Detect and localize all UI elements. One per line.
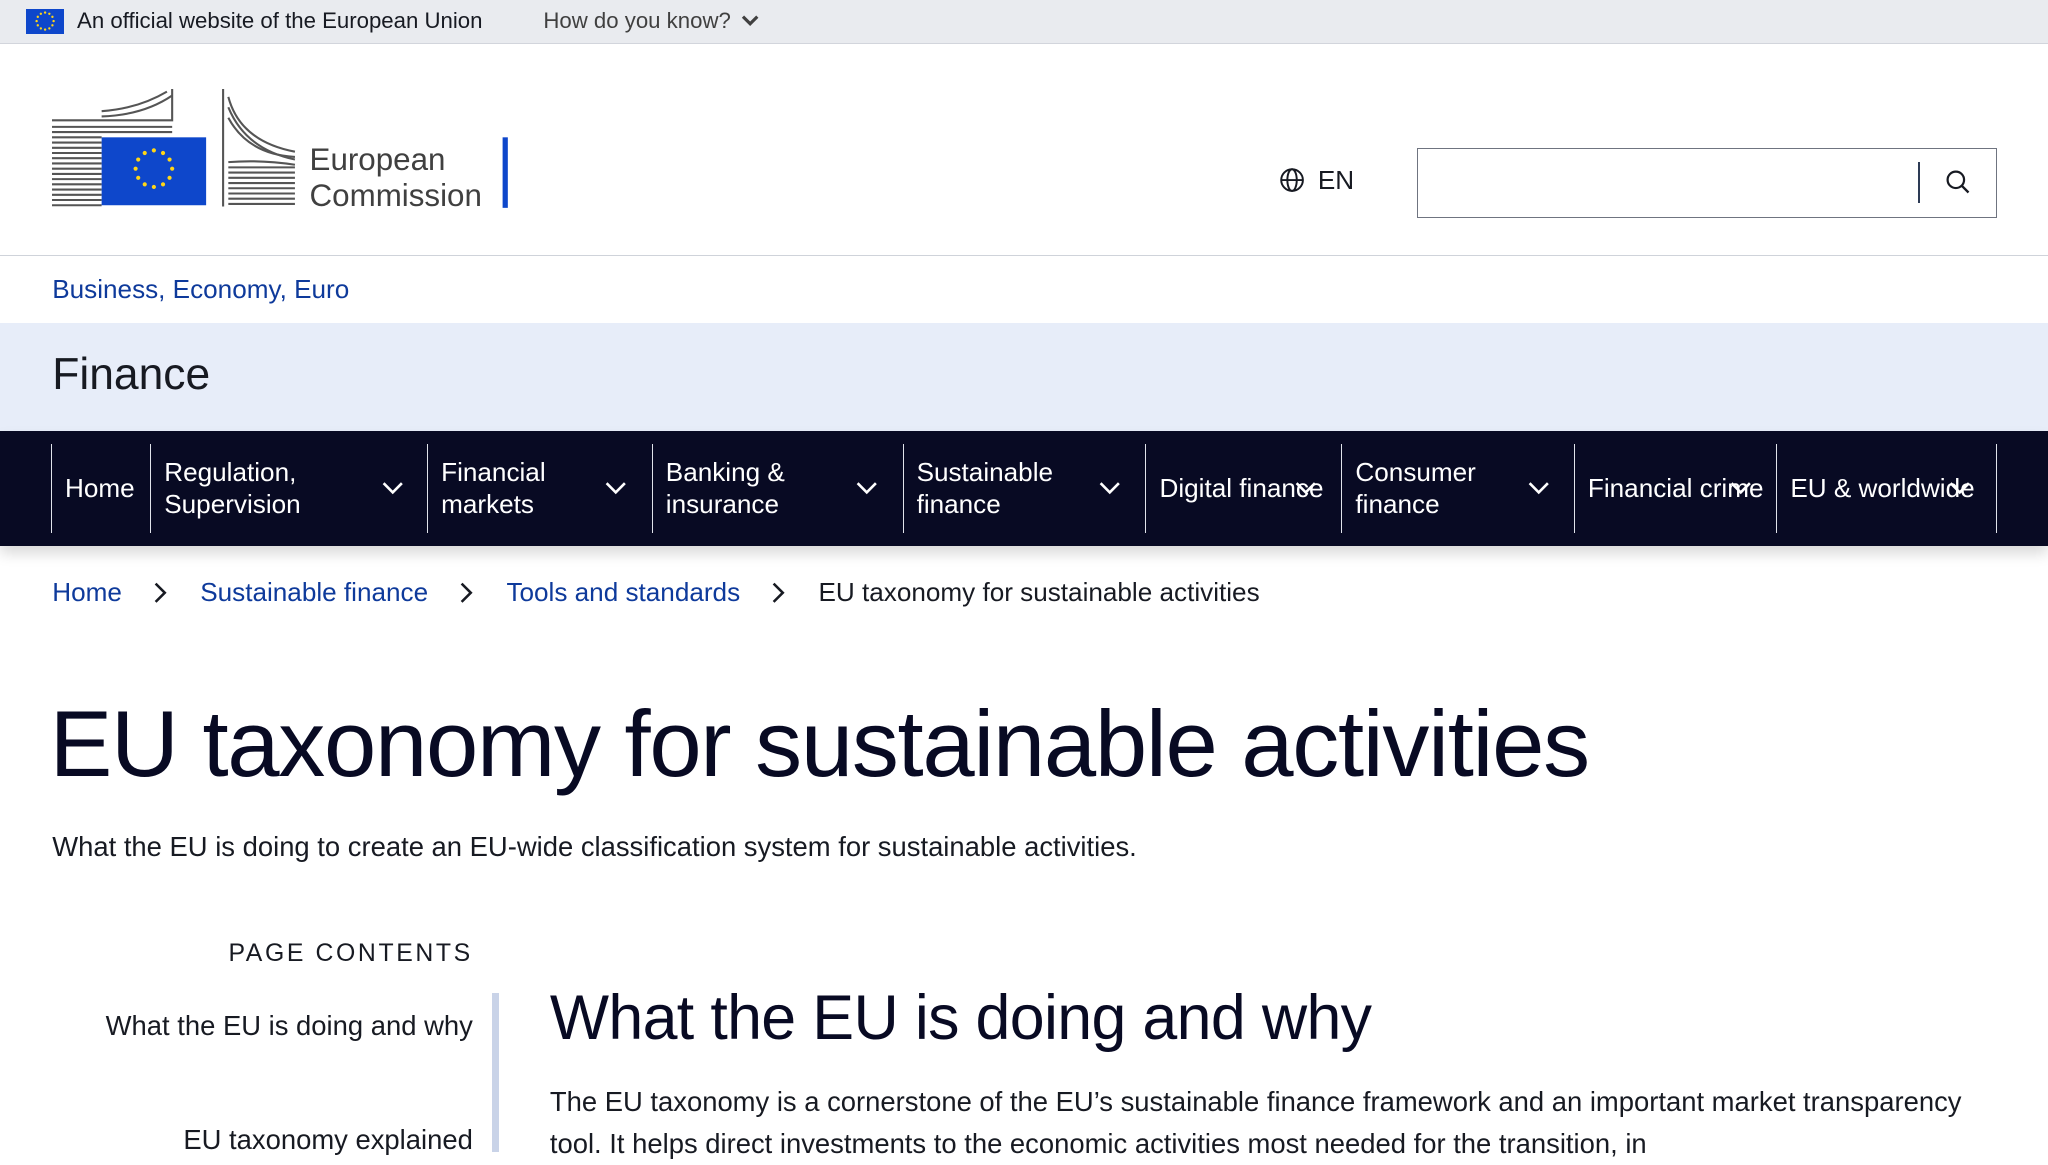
nav-item-label: Digital finance: [1159, 473, 1324, 504]
page-description: What the EU is doing to create an EU-wid…: [52, 830, 1137, 862]
chevron-down-icon: [1950, 482, 1971, 495]
nav-item-label: Regulation, Supervision: [164, 456, 301, 520]
chevron-down-icon: [1528, 482, 1549, 495]
site-title[interactable]: Finance: [52, 350, 210, 400]
parent-site-link[interactable]: Business, Economy, Euro: [52, 274, 349, 305]
nav-item-financial-markets[interactable]: Financial markets: [427, 444, 652, 533]
nav-item-label: Sustainable finance: [916, 456, 1054, 520]
chevron-down-icon: [742, 15, 759, 27]
section-title: What the EU is doing and why: [549, 983, 1372, 1054]
nav-item-label: Banking & insurance: [665, 456, 785, 520]
logo-line-2: Commission: [309, 177, 482, 213]
chevron-right-icon: [454, 580, 480, 606]
chevron-down-icon: [1730, 482, 1751, 495]
nav-item-label: Financial crime: [1587, 473, 1764, 504]
nav-item-consumer-finance[interactable]: Consumer finance: [1341, 444, 1573, 533]
page-contents-item[interactable]: What the EU is doing and why: [81, 1004, 473, 1048]
site-parent-bar: Business, Economy, Euro: [0, 257, 2048, 323]
page-title: EU taxonomy for sustainable activities: [49, 690, 1590, 796]
section-body: The EU taxonomy is a cornerstone of the …: [549, 1086, 1962, 1160]
search-box: [1417, 147, 1998, 219]
breadcrumb-current: EU taxonomy for sustainable activities: [818, 577, 1260, 608]
chevron-down-icon: [856, 482, 877, 495]
chevron-down-icon: [1099, 482, 1120, 495]
site-title-band: [0, 322, 2048, 432]
page-contents-heading: PAGE CONTENTS: [228, 940, 473, 968]
search-button[interactable]: [1921, 149, 1995, 217]
nav-item-eu-worldwide[interactable]: EU & worldwide: [1776, 444, 1995, 533]
nav-item-digital-finance[interactable]: Digital finance: [1145, 444, 1341, 533]
breadcrumb-home[interactable]: Home: [52, 577, 122, 608]
logo-line-1: European: [309, 142, 446, 178]
search-input[interactable]: [1418, 148, 1918, 217]
language-code: EN: [1317, 164, 1355, 195]
chevron-down-icon: [606, 482, 627, 495]
nav-item-financial-crime[interactable]: Financial crime: [1573, 444, 1776, 533]
chevron-right-icon: [766, 580, 792, 606]
nav-item-banking-insurance[interactable]: Banking & insurance: [651, 444, 903, 533]
how-do-you-know-toggle[interactable]: How do you know?: [543, 8, 759, 34]
breadcrumb: Home Sustainable finance Tools and stand…: [52, 577, 1259, 608]
chevron-down-icon: [1295, 482, 1316, 495]
nav-item-home[interactable]: Home: [50, 444, 150, 533]
nav-item-label: Consumer finance: [1355, 456, 1476, 520]
chevron-down-icon: [382, 482, 403, 495]
main-navigation: Home Regulation, Supervision Financial m…: [0, 431, 2048, 546]
chevron-right-icon: [148, 580, 174, 606]
page-contents-item[interactable]: EU taxonomy explained: [81, 1118, 472, 1162]
eu-flag-icon: [26, 9, 64, 34]
search-divider: [1918, 161, 1920, 204]
nav-divider: [1995, 444, 1998, 533]
nav-item-sustainable-finance[interactable]: Sustainable finance: [902, 444, 1146, 533]
globe-icon: [1279, 168, 1304, 192]
site-header: European Commission EN: [0, 45, 2048, 256]
breadcrumb-tools-standards[interactable]: Tools and standards: [506, 577, 740, 608]
global-eu-banner: An official website of the European Unio…: [0, 0, 2048, 45]
logo-text: European Commission: [310, 142, 482, 213]
breadcrumb-sustainable-finance[interactable]: Sustainable finance: [200, 577, 428, 608]
official-site-text: An official website of the European Unio…: [77, 7, 483, 33]
nav-item-regulation-supervision[interactable]: Regulation, Supervision: [150, 444, 427, 533]
page-contents-indicator: [492, 992, 499, 1152]
how-do-you-know-label: How do you know?: [543, 7, 731, 33]
search-icon: [1946, 170, 1970, 194]
language-selector[interactable]: EN: [1279, 165, 1354, 196]
